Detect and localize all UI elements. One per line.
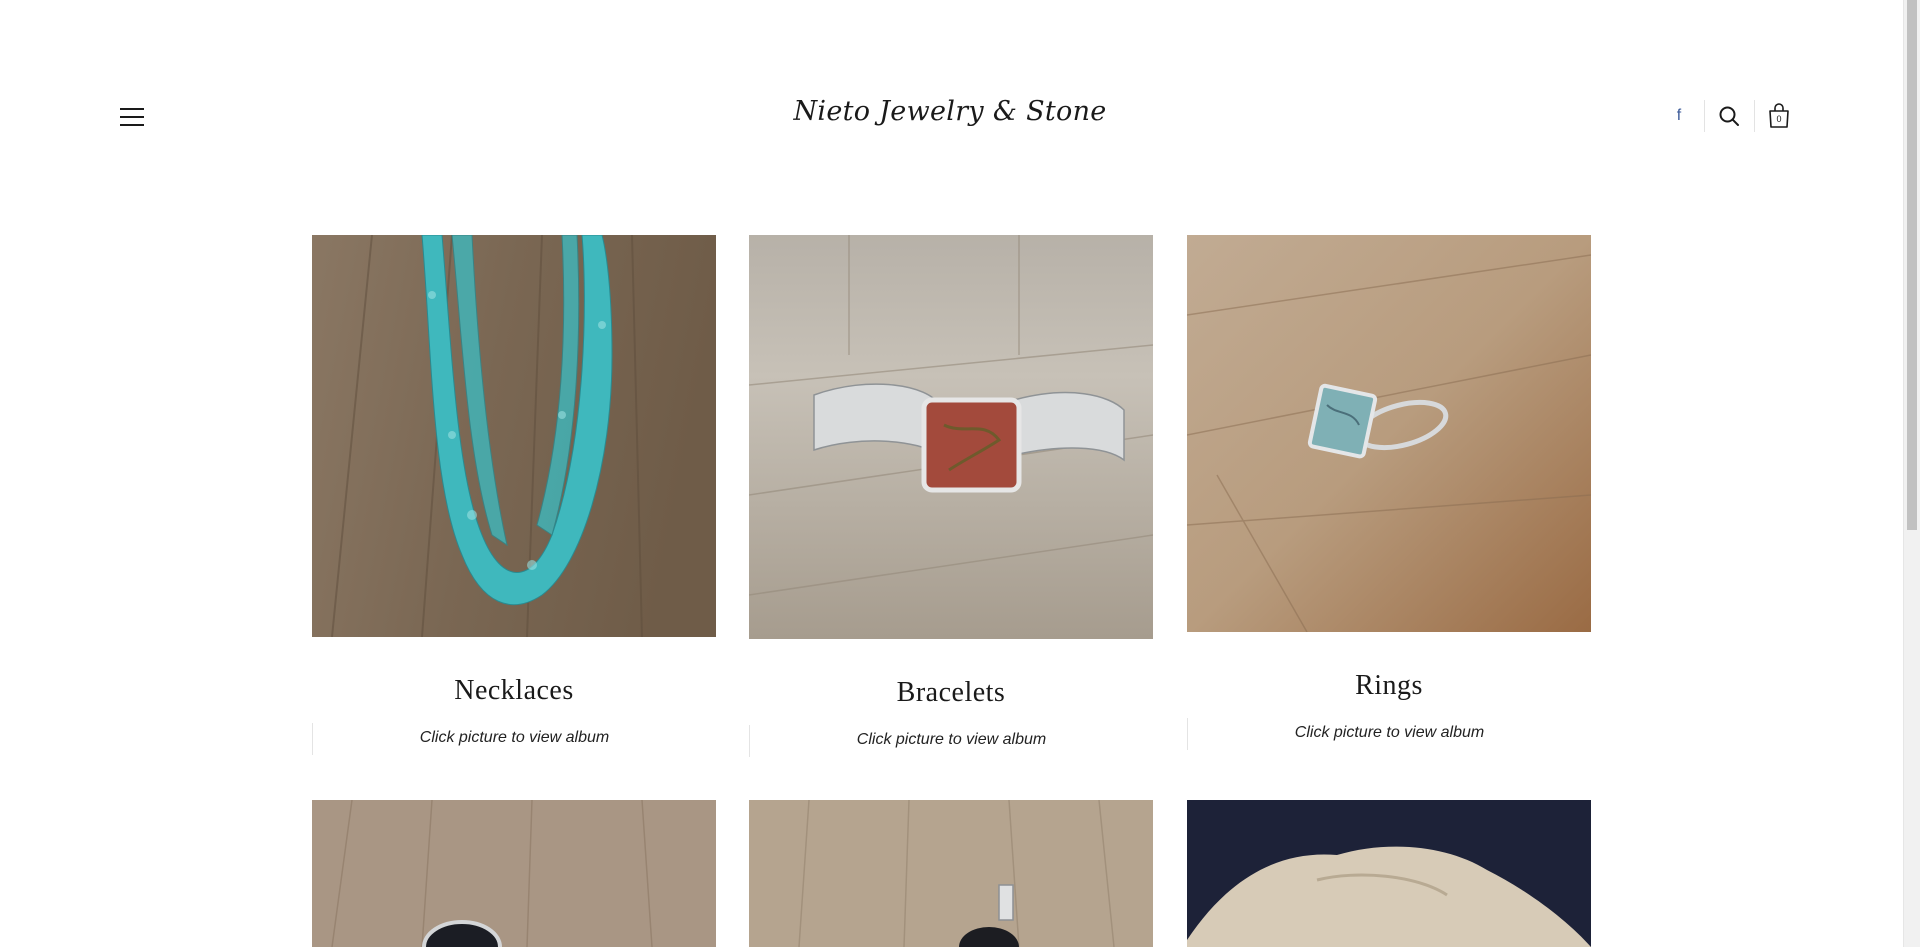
gallery-image-rings[interactable]: [1187, 235, 1591, 632]
facebook-icon: f: [1676, 107, 1682, 124]
header-actions: f 0: [1654, 98, 1804, 134]
cart-button[interactable]: 0: [1754, 98, 1804, 134]
gallery-subtitle-bracelets: Click picture to view album: [749, 725, 1153, 757]
gallery-subtitle-necklaces: Click picture to view album: [312, 723, 716, 755]
site-header: Nieto Jewelry & Stone f 0: [0, 0, 1900, 200]
gallery-subtitle-rings: Click picture to view album: [1187, 718, 1591, 750]
gallery-card-4: [312, 800, 716, 947]
gallery-title-bracelets[interactable]: Bracelets: [749, 677, 1153, 709]
gallery-image-necklaces[interactable]: [312, 235, 716, 637]
gallery-card-bracelets: Bracelets Click picture to view album: [749, 235, 1153, 757]
gallery-image-4[interactable]: [312, 800, 716, 947]
scrollbar-thumb[interactable]: [1907, 0, 1917, 530]
gallery-card-6: [1187, 800, 1591, 947]
search-icon: [1719, 106, 1739, 126]
gallery-image-bracelets[interactable]: [749, 235, 1153, 639]
gallery-card-necklaces: Necklaces Click picture to view album: [312, 235, 716, 755]
shopping-bag-icon: 0: [1767, 103, 1791, 129]
gallery-title-necklaces[interactable]: Necklaces: [312, 675, 716, 707]
gallery-card-5: [749, 800, 1153, 947]
search-button[interactable]: [1704, 98, 1754, 134]
cart-count: 0: [1776, 114, 1782, 124]
gallery-image-5[interactable]: [749, 800, 1153, 947]
vertical-scrollbar[interactable]: [1903, 0, 1920, 947]
page: Nieto Jewelry & Stone f 0 Necklaces Clic…: [0, 0, 1920, 947]
gallery-image-6[interactable]: [1187, 800, 1591, 947]
gallery-card-rings: Rings Click picture to view album: [1187, 235, 1591, 750]
site-title[interactable]: Nieto Jewelry & Stone: [0, 96, 1900, 127]
facebook-button[interactable]: f: [1654, 98, 1704, 134]
gallery-title-rings[interactable]: Rings: [1187, 670, 1591, 702]
